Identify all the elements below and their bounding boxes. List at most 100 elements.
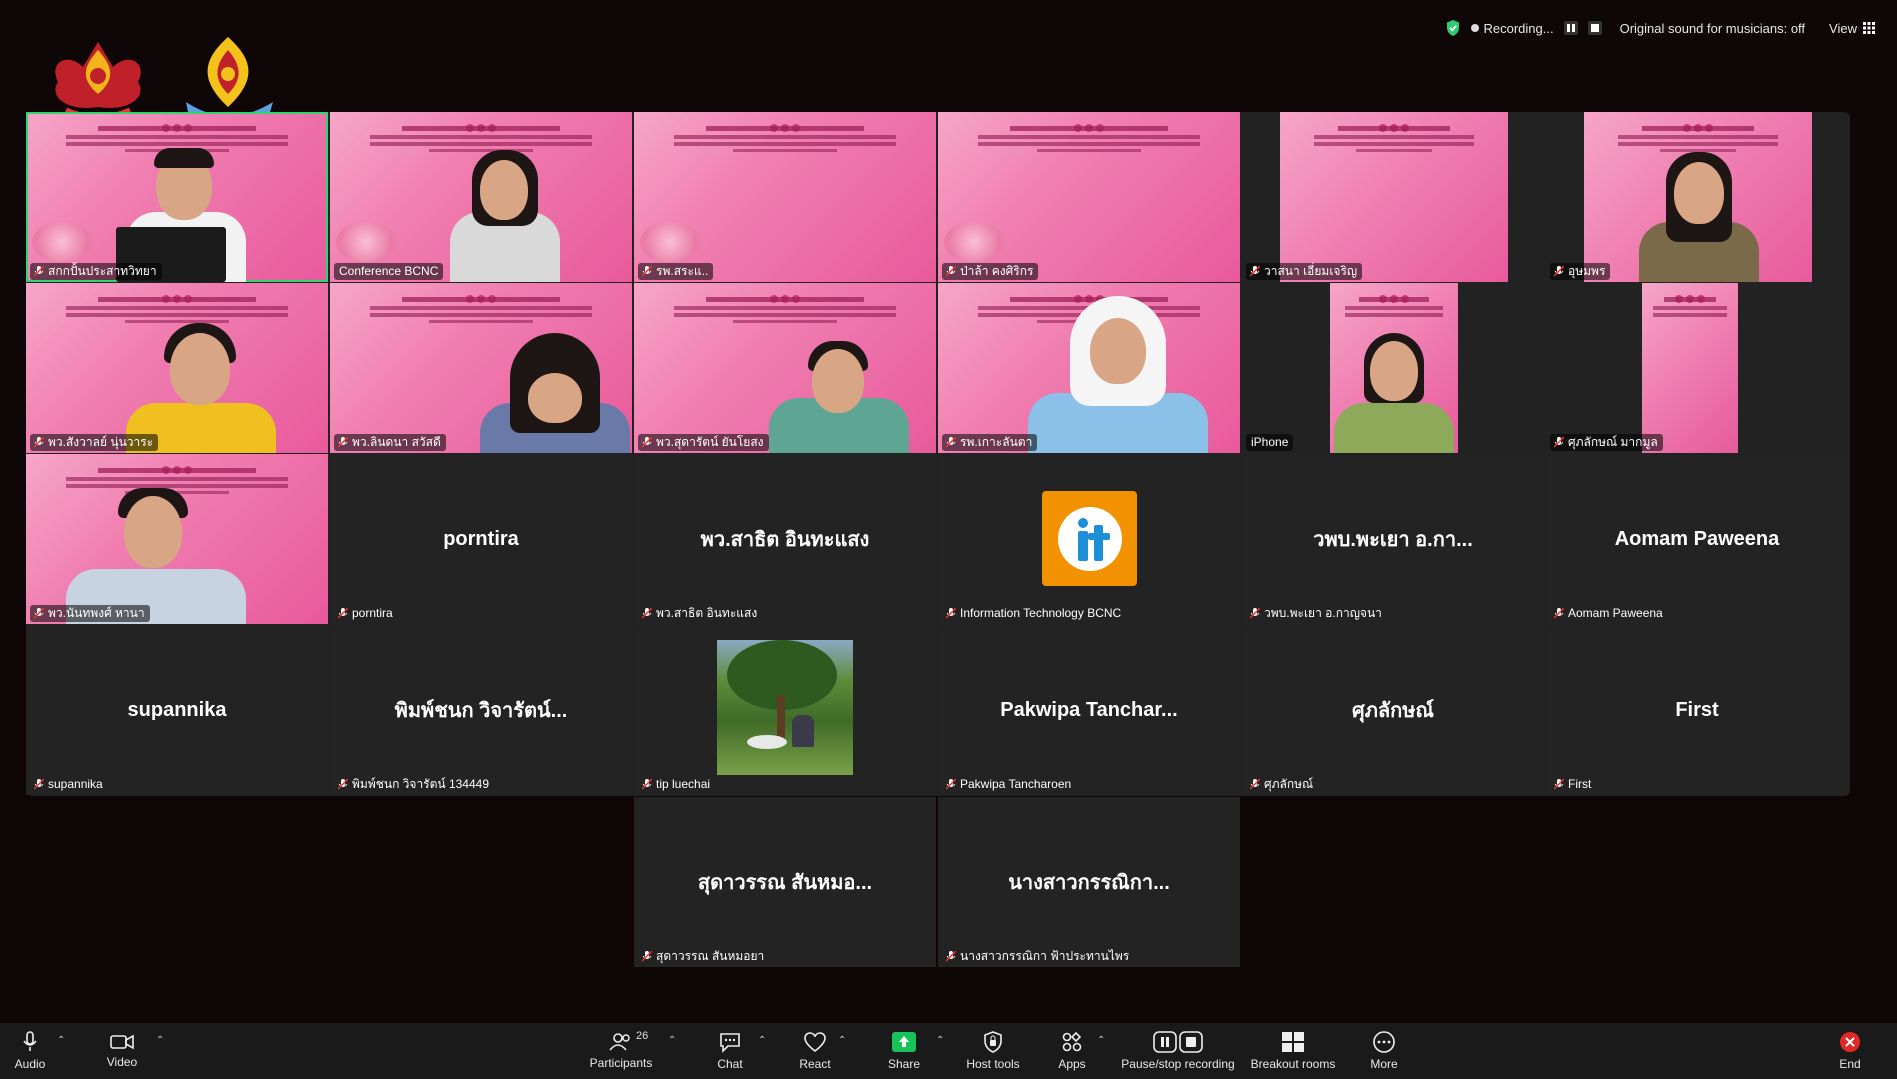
view-menu-button[interactable]: View [1829,21,1875,36]
participant-tile[interactable]: Conference BCNC [330,112,632,282]
pause-stop-recording-button[interactable]: Pause/stop recording [1120,1023,1236,1079]
participant-name: Information Technology BCNC [960,606,1122,620]
participant-display-name: วพบ.พะเยา อ.กา... [1313,529,1473,551]
participants-count: 26 [636,1030,649,1042]
profile-photo-garden [717,640,853,775]
participant-name-tag: พว.สังวาลย์ นุ่นวาระ [30,434,159,451]
audio-button[interactable]: Audio [10,1023,50,1079]
recording-indicator[interactable]: Recording... [1471,20,1554,36]
participant-tile[interactable]: supannika supannika [26,625,328,795]
participant-tile[interactable]: First First [1546,625,1848,795]
participant-name-tag: พว.สาธิต อินทะแสง [638,605,762,622]
pause-stop-icon [1153,1031,1203,1053]
mic-muted-icon [1554,266,1564,277]
pause-recording-button[interactable] [1563,21,1578,35]
participant-name-tag: supannika [30,776,108,793]
participant-name: พว.สุดารัตน์ ยันโยสง [656,435,764,449]
participant-name-tag: สกกปั้นประสาทวิทยา [30,263,162,280]
participants-options-caret[interactable]: ⌃ [668,1035,676,1046]
react-options-caret[interactable]: ⌃ [838,1035,846,1046]
participant-name-tag: วาสนา เอี่ยมเจริญ [1246,263,1363,280]
participant-tile[interactable]: Information Technology BCNC [938,454,1240,624]
mic-muted-icon [34,779,44,790]
participant-tile[interactable]: Pakwipa Tanchar... Pakwipa Tancharoen [938,625,1240,795]
recording-label: Recording... [1483,20,1554,36]
mic-muted-icon [1250,266,1260,277]
share-button[interactable]: Share [884,1023,924,1079]
share-options-caret[interactable]: ⌃ [936,1035,944,1046]
participant-tile[interactable]: iPhone [1242,283,1544,453]
host-tools-shield-icon [984,1031,1002,1053]
participant-name: ศุภลักษณ์ มากมูล [1568,435,1658,449]
participant-name: พว.นันทพงศ์ หานา [48,606,145,620]
participant-name-tag: ศุภลักษณ์ [1246,776,1318,793]
participant-tile[interactable]: วาสนา เอี่ยมเจริญ [1242,112,1544,282]
participant-name: iPhone [1251,435,1289,449]
participant-name-tag: Aomam Paweena [1550,605,1668,622]
participant-video [764,323,914,453]
participant-tile[interactable]: พว.นันทพงศ์ หานา [26,454,328,624]
participant-video [1634,132,1764,282]
participant-tile[interactable]: นางสาวกรรณิกา... นางสาวกรรณิกา ฟ้าประทาน… [938,797,1240,967]
apps-button[interactable]: Apps [1052,1023,1092,1079]
participant-tile[interactable]: รพ.สระแ.. [634,112,936,282]
breakout-rooms-icon [1282,1032,1304,1052]
mic-muted-icon [642,779,652,790]
participant-tile[interactable]: พว.สุดารัตน์ ยันโยสง [634,283,936,453]
participant-tile[interactable]: สุดาวรรณ สันหมอ... สุดาวรรณ สันหมอยา [634,797,936,967]
video-button[interactable]: Video [102,1023,142,1079]
original-sound-toggle[interactable]: Original sound for musicians: off [1620,21,1805,36]
participant-tile[interactable]: ศุภลักษณ์ ศุภลักษณ์ [1242,625,1544,795]
participant-display-name: พว.สาธิต อินทะแสง [700,529,870,551]
mic-muted-icon [946,437,956,448]
host-tools-button[interactable]: Host tools [960,1023,1026,1079]
participant-display-name: porntira [443,527,519,550]
participant-tile[interactable]: พว.ลินดนา สวัสดี [330,283,632,453]
mic-muted-icon [1250,779,1260,790]
participant-video [116,303,286,453]
mic-muted-icon [338,437,348,448]
participant-name: สุดาวรรณ สันหมอยา [656,949,765,963]
participants-label: Participants [589,1056,653,1070]
participant-tile[interactable]: Aomam Paweena Aomam Paweena [1546,454,1848,624]
chat-button[interactable]: Chat [710,1023,750,1079]
participant-display-name: พิมพ์ชนก วิจารัตน์... [394,700,568,722]
pause-icon [1566,24,1575,32]
stop-recording-button[interactable] [1587,21,1602,35]
react-button[interactable]: React [795,1023,835,1079]
mic-muted-icon [338,608,348,619]
participant-video [1334,323,1454,453]
audio-options-caret[interactable]: ⌃ [57,1035,65,1046]
apps-options-caret[interactable]: ⌃ [1097,1035,1105,1046]
participant-tile[interactable]: อุษมพร [1546,112,1848,282]
end-meeting-button[interactable]: End [1832,1023,1868,1079]
grid-view-icon [1863,22,1875,34]
participant-tile[interactable]: วพบ.พะเยา อ.กา... วพบ.พะเยา อ.กาญจนา [1242,454,1544,624]
participant-tile[interactable]: porntira porntira [330,454,632,624]
pause-stop-label: Pause/stop recording [1121,1057,1235,1071]
participant-tile[interactable]: พว.สาธิต อินทะแสง พว.สาธิต อินทะแสง [634,454,936,624]
participant-name-tag: นางสาวกรรณิกา ฟ้าประทานไพร [942,948,1134,965]
breakout-rooms-button[interactable]: Breakout rooms [1248,1023,1338,1079]
chat-label: Chat [717,1057,743,1071]
chat-options-caret[interactable]: ⌃ [758,1035,766,1046]
participant-tile[interactable]: สกกปั้นประสาทวิทยา [26,112,328,282]
participant-video [1028,288,1208,453]
participant-name-tag: พว.ลินดนา สวัสดี [334,434,446,451]
participant-name: สกกปั้นประสาทวิทยา [48,264,157,278]
encryption-shield-icon[interactable] [1445,19,1461,37]
it-logo-icon [1057,506,1122,571]
more-button[interactable]: More [1364,1023,1404,1079]
participant-tile[interactable]: รพ.เกาะลันตา [938,283,1240,453]
mic-muted-icon [1554,608,1564,619]
participant-display-name: Pakwipa Tanchar... [1000,698,1178,721]
participant-tile[interactable]: ป่าล้า คงศิริกร [938,112,1240,282]
participant-tile[interactable]: tip luechai [634,625,936,795]
video-options-caret[interactable]: ⌃ [156,1035,164,1046]
participant-video [66,474,246,624]
participant-name: นางสาวกรรณิกา ฟ้าประทานไพร [960,949,1130,963]
participant-tile[interactable]: พว.สังวาลย์ นุ่นวาระ [26,283,328,453]
participant-tile[interactable]: ศุภลักษณ์ มากมูล [1546,283,1848,453]
end-label: End [1839,1057,1861,1071]
participant-tile[interactable]: พิมพ์ชนก วิจารัตน์... พิมพ์ชนก วิจารัตน์… [330,625,632,795]
